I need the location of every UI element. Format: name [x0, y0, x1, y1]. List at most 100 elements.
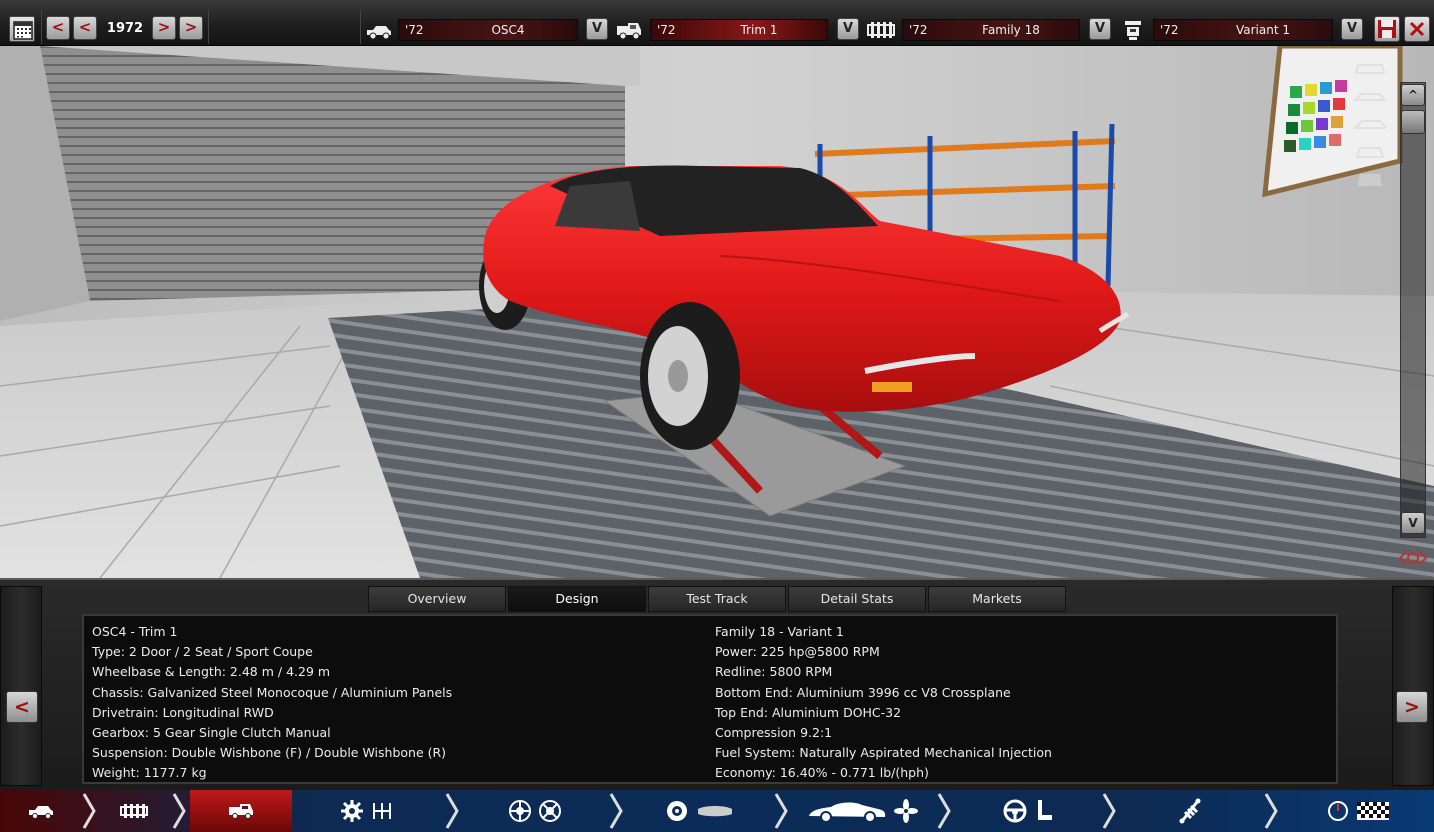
stat-family-variant: Family 18 - Variant 1 — [715, 624, 844, 639]
stat-type: Type: 2 Door / 2 Seat / Sport Coupe — [92, 644, 313, 660]
stage-model[interactable] — [0, 790, 82, 832]
steering-wheel-icon — [1003, 799, 1026, 823]
year-forward-ten-button[interactable]: > — [179, 16, 203, 40]
stat-top-end: Top End: Aluminium DOHC-32 — [715, 704, 902, 720]
zoom-in-button[interactable]: ^ — [1401, 84, 1425, 106]
camera-rear-icon[interactable] — [1352, 140, 1388, 164]
stage-arrow-icon — [82, 793, 96, 829]
design-stage-bar — [0, 790, 1434, 832]
zoom-scroll-thumb[interactable] — [1401, 110, 1425, 134]
car-summary-column: OSC4 - Trim 1 Type: 2 Door / 2 Seat / Sp… — [92, 622, 452, 784]
year-prev-button[interactable]: < — [73, 16, 97, 40]
next-stage-button[interactable]: > — [1396, 691, 1428, 723]
panel-left-rail: < — [0, 586, 42, 786]
trim-dropdown-button[interactable]: V — [837, 18, 859, 40]
car-body-icon — [809, 802, 886, 823]
stage-body[interactable] — [792, 790, 932, 832]
calendar-icon[interactable] — [9, 16, 35, 42]
engine-family-icon — [867, 22, 895, 38]
camera-view-list — [1352, 56, 1392, 196]
stat-chassis: Chassis: Galvanized Steel Monocoque / Al… — [92, 684, 453, 700]
stat-redline: Redline: 5800 RPM — [715, 664, 833, 680]
save-icon — [1378, 20, 1396, 38]
fan-icon — [894, 799, 918, 823]
gauge-icon — [1328, 801, 1348, 821]
wheel-icon — [508, 800, 531, 822]
year-next-button[interactable]: > — [152, 16, 176, 40]
stat-model-trim: OSC4 - Trim 1 — [92, 624, 178, 639]
previous-stage-button[interactable]: < — [6, 691, 38, 723]
trim-select[interactable]: '72 Trim 1 — [650, 19, 828, 41]
variant-name: Variant 1 — [1235, 23, 1290, 37]
stage-suspension[interactable] — [462, 790, 607, 832]
camera-top-icon[interactable] — [1352, 168, 1388, 192]
tab-overview[interactable]: Overview — [368, 586, 506, 612]
stage-arrow-icon — [445, 793, 459, 829]
gear-icon — [341, 800, 363, 822]
tab-design[interactable]: Design — [508, 586, 646, 612]
camera-angle-icon[interactable] — [1352, 112, 1388, 136]
gearbox-icon — [373, 803, 391, 819]
stage-trim[interactable] — [190, 790, 292, 832]
car-model-icon — [29, 806, 53, 819]
stage-arrow-icon — [1264, 793, 1278, 829]
stat-economy: Economy: 16.40% - 0.771 lb/(hph) — [715, 765, 929, 781]
stat-fuel-system: Fuel System: Naturally Aspirated Mechani… — [715, 745, 1052, 761]
camera-front-icon[interactable] — [1352, 56, 1388, 80]
variant-dropdown-button[interactable]: V — [1341, 18, 1363, 40]
stat-power: Power: 225 hp@5800 RPM — [715, 644, 880, 660]
garage-scene — [0, 46, 1434, 578]
panel-right-rail: > — [1392, 586, 1434, 786]
model-select[interactable]: '72 OSC4 — [398, 19, 578, 41]
model-name: OSC4 — [491, 23, 525, 37]
tab-markets[interactable]: Markets — [928, 586, 1066, 612]
engine-summary-column: Family 18 - Variant 1 Power: 225 hp@5800… — [715, 622, 1052, 784]
stat-suspension: Suspension: Double Wishbone (F) / Double… — [92, 745, 447, 761]
stage-wheels[interactable] — [627, 790, 772, 832]
save-button[interactable] — [1374, 16, 1400, 42]
chassis-icon — [120, 804, 148, 818]
zoom-out-button[interactable]: V — [1401, 512, 1425, 534]
stat-gearbox: Gearbox: 5 Gear Single Clutch Manual — [92, 724, 331, 740]
car-3d-viewport[interactable]: ^ V — [0, 46, 1434, 578]
stat-weight: Weight: 1177.7 kg — [92, 765, 207, 781]
stage-testing[interactable] — [1282, 790, 1434, 832]
tab-test-track[interactable]: Test Track — [648, 586, 786, 612]
trim-name: Trim 1 — [740, 23, 778, 37]
stat-bottom-end: Bottom End: Aluminium 3996 cc V8 Crosspl… — [715, 684, 1011, 700]
camera-side-icon[interactable] — [1352, 84, 1388, 108]
stage-arrow-icon — [609, 793, 623, 829]
family-select[interactable]: '72 Family 18 — [902, 19, 1080, 41]
stage-arrow-icon — [1102, 793, 1116, 829]
checkered-flag-icon — [1357, 802, 1389, 820]
family-name: Family 18 — [982, 23, 1040, 37]
car-trim-icon — [229, 804, 253, 819]
stage-drivetrain[interactable] — [292, 790, 442, 832]
close-button[interactable] — [1404, 16, 1430, 42]
model-dropdown-button[interactable]: V — [586, 18, 608, 40]
stage-interior[interactable] — [955, 790, 1100, 832]
top-toolbar: < < 1972 > > '72 OSC4 V '72 Trim 1 V '72… — [0, 0, 1434, 46]
stage-chassis[interactable] — [98, 790, 170, 832]
year-label: 1972 — [106, 21, 144, 36]
reset-view-icon[interactable] — [1396, 546, 1430, 570]
stage-arrow-icon — [774, 793, 788, 829]
tab-detail-stats[interactable]: Detail Stats — [788, 586, 926, 612]
year-back-ten-button[interactable]: < — [46, 16, 70, 40]
tire-icon — [666, 801, 687, 821]
zoom-scrollbar[interactable] — [1400, 82, 1426, 538]
stage-fixtures[interactable] — [1120, 790, 1260, 832]
variant-select[interactable]: '72 Variant 1 — [1153, 19, 1333, 41]
bumper-icon — [697, 806, 732, 817]
shock-absorber-icon — [1179, 798, 1201, 824]
info-panel: Overview Design Test Track Detail Stats … — [0, 578, 1434, 790]
stage-arrow-icon — [937, 793, 951, 829]
stat-wheelbase-length: Wheelbase & Length: 2.48 m / 4.29 m — [92, 664, 331, 680]
stat-compression: Compression 9.2:1 — [715, 724, 833, 740]
seat-icon — [1037, 800, 1052, 820]
brake-icon — [538, 800, 561, 822]
design-summary: OSC4 - Trim 1 Type: 2 Door / 2 Seat / Sp… — [82, 614, 1338, 784]
engine-variant-icon — [1125, 21, 1141, 40]
family-dropdown-button[interactable]: V — [1089, 18, 1111, 40]
car-trim-icon — [617, 23, 641, 40]
